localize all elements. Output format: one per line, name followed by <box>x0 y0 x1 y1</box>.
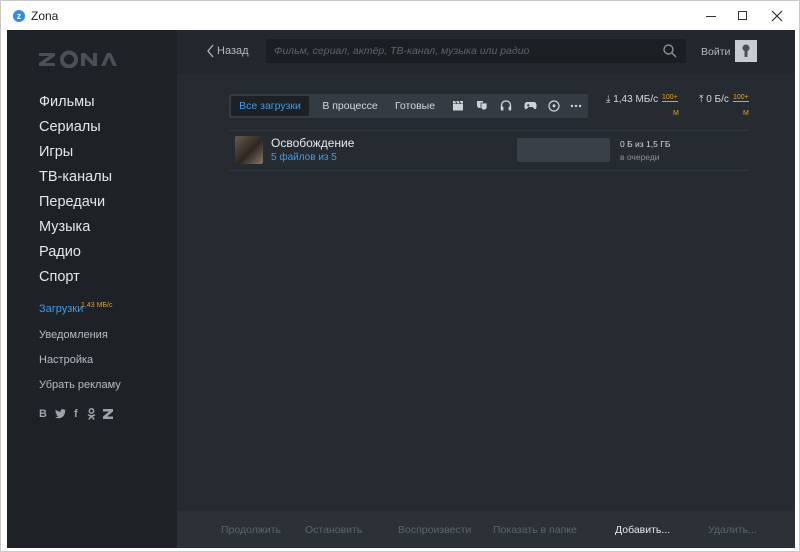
sidebar: Фильмы Сериалы Игры ТВ-каналы Передачи М… <box>7 30 177 548</box>
chevron-left-icon <box>207 44 214 58</box>
login-link[interactable]: Войти <box>701 46 730 58</box>
add-button[interactable]: Добавить... <box>615 524 670 536</box>
twitter-icon[interactable] <box>55 409 66 419</box>
list-divider <box>229 170 749 171</box>
upload-limit[interactable]: 100+ <box>733 94 749 102</box>
play-button[interactable]: Воспроизвести <box>398 524 471 536</box>
sidebar-item-radio[interactable]: Радио <box>39 244 81 260</box>
clapperboard-icon <box>453 100 463 111</box>
filter-shows-button[interactable] <box>471 94 493 118</box>
filter-bar: Все загрузки В процессе Готовые <box>229 94 588 118</box>
gamepad-icon <box>524 102 537 110</box>
filter-music-button[interactable] <box>495 94 517 118</box>
search-input[interactable] <box>274 39 654 63</box>
tab-in-progress[interactable]: В процессе <box>313 94 387 118</box>
back-label: Назад <box>217 45 249 57</box>
sidebar-item-sport[interactable]: Спорт <box>39 269 80 285</box>
filter-movies-button[interactable] <box>447 94 469 118</box>
tab-completed[interactable]: Готовые <box>389 94 441 118</box>
minimize-icon <box>706 16 716 17</box>
download-speed: ⤓ 1,43 МБ/с <box>606 94 658 105</box>
stop-button[interactable]: Остановить <box>305 524 362 536</box>
zona-logo[interactable] <box>39 48 119 68</box>
app-window: z Zona Фильмы Сериалы Игры ТВ-каналы Пер… <box>0 0 800 552</box>
sidebar-item-downloads[interactable]: Загрузки <box>39 303 83 315</box>
maximize-icon <box>738 11 747 20</box>
filter-sport-button[interactable] <box>543 94 565 118</box>
sidebar-item-settings[interactable]: Настройка <box>39 354 93 366</box>
download-limit-unit[interactable]: М <box>673 110 679 117</box>
filter-more-button[interactable] <box>565 94 587 118</box>
download-status: в очереди <box>620 152 660 162</box>
tab-all-downloads[interactable]: Все загрузки <box>231 96 309 116</box>
show-in-folder-button[interactable]: Показать в папке <box>493 524 577 536</box>
minimize-button[interactable] <box>693 1 729 31</box>
keyhole-icon <box>742 44 750 57</box>
theater-masks-icon <box>477 101 488 111</box>
zona-small-icon[interactable] <box>103 409 113 419</box>
odnoklassniki-icon[interactable] <box>87 408 96 420</box>
title-bar: z Zona <box>1 1 799 31</box>
upload-speed: ⤒ 0 Б/с <box>699 94 729 105</box>
window-title: Zona <box>31 9 59 23</box>
sidebar-item-tv-channels[interactable]: ТВ-каналы <box>39 169 112 185</box>
facebook-icon[interactable]: f <box>74 408 78 420</box>
delete-button[interactable]: Удалить... <box>708 524 757 536</box>
upload-arrow-icon: ⤒ <box>699 94 704 105</box>
download-limit[interactable]: 100+ <box>662 94 678 102</box>
download-thumbnail <box>235 136 263 164</box>
resume-button[interactable]: Продолжить <box>221 524 281 536</box>
action-bar: Продолжить Остановить Воспроизвести Пока… <box>177 511 795 548</box>
search-box <box>266 39 686 63</box>
upload-limit-unit[interactable]: М <box>743 110 749 117</box>
search-icon[interactable] <box>663 44 677 58</box>
upload-speed-value: 0 Б/с <box>706 94 729 105</box>
download-speed-value: 1,43 МБ/с <box>613 94 659 105</box>
download-size: 0 Б из 1,5 ГБ <box>620 139 671 149</box>
sidebar-item-shows[interactable]: Передачи <box>39 194 105 210</box>
avatar[interactable] <box>735 40 757 62</box>
more-icon <box>570 104 582 108</box>
close-icon <box>771 10 783 22</box>
sidebar-item-movies[interactable]: Фильмы <box>39 94 95 110</box>
zona-app-icon: z <box>13 10 25 22</box>
download-files-count[interactable]: 5 файлов из 5 <box>271 152 337 163</box>
main-content: Назад Войти Все загрузки В процессе <box>177 30 795 548</box>
sidebar-item-music[interactable]: Музыка <box>39 219 90 235</box>
close-button[interactable] <box>759 1 795 31</box>
vk-icon[interactable]: В <box>39 408 47 420</box>
sidebar-item-series[interactable]: Сериалы <box>39 119 101 135</box>
filter-games-button[interactable] <box>519 94 541 118</box>
download-title[interactable]: Освобождение <box>271 136 354 150</box>
maximize-button[interactable] <box>725 1 761 31</box>
sidebar-item-notifications[interactable]: Уведомления <box>39 329 108 341</box>
top-bar: Назад Войти <box>177 30 795 74</box>
headphones-icon <box>500 100 512 111</box>
download-arrow-icon: ⤓ <box>606 94 611 105</box>
soccer-ball-icon <box>548 100 560 112</box>
download-row[interactable]: Освобождение 5 файлов из 5 0 Б из 1,5 ГБ… <box>229 130 749 170</box>
downloads-speed-badge: 1,43 МБ/с <box>81 302 113 309</box>
sidebar-item-remove-ads[interactable]: Убрать рекламу <box>39 379 121 391</box>
sidebar-item-games[interactable]: Игры <box>39 144 73 160</box>
download-progress-bar <box>517 138 610 162</box>
